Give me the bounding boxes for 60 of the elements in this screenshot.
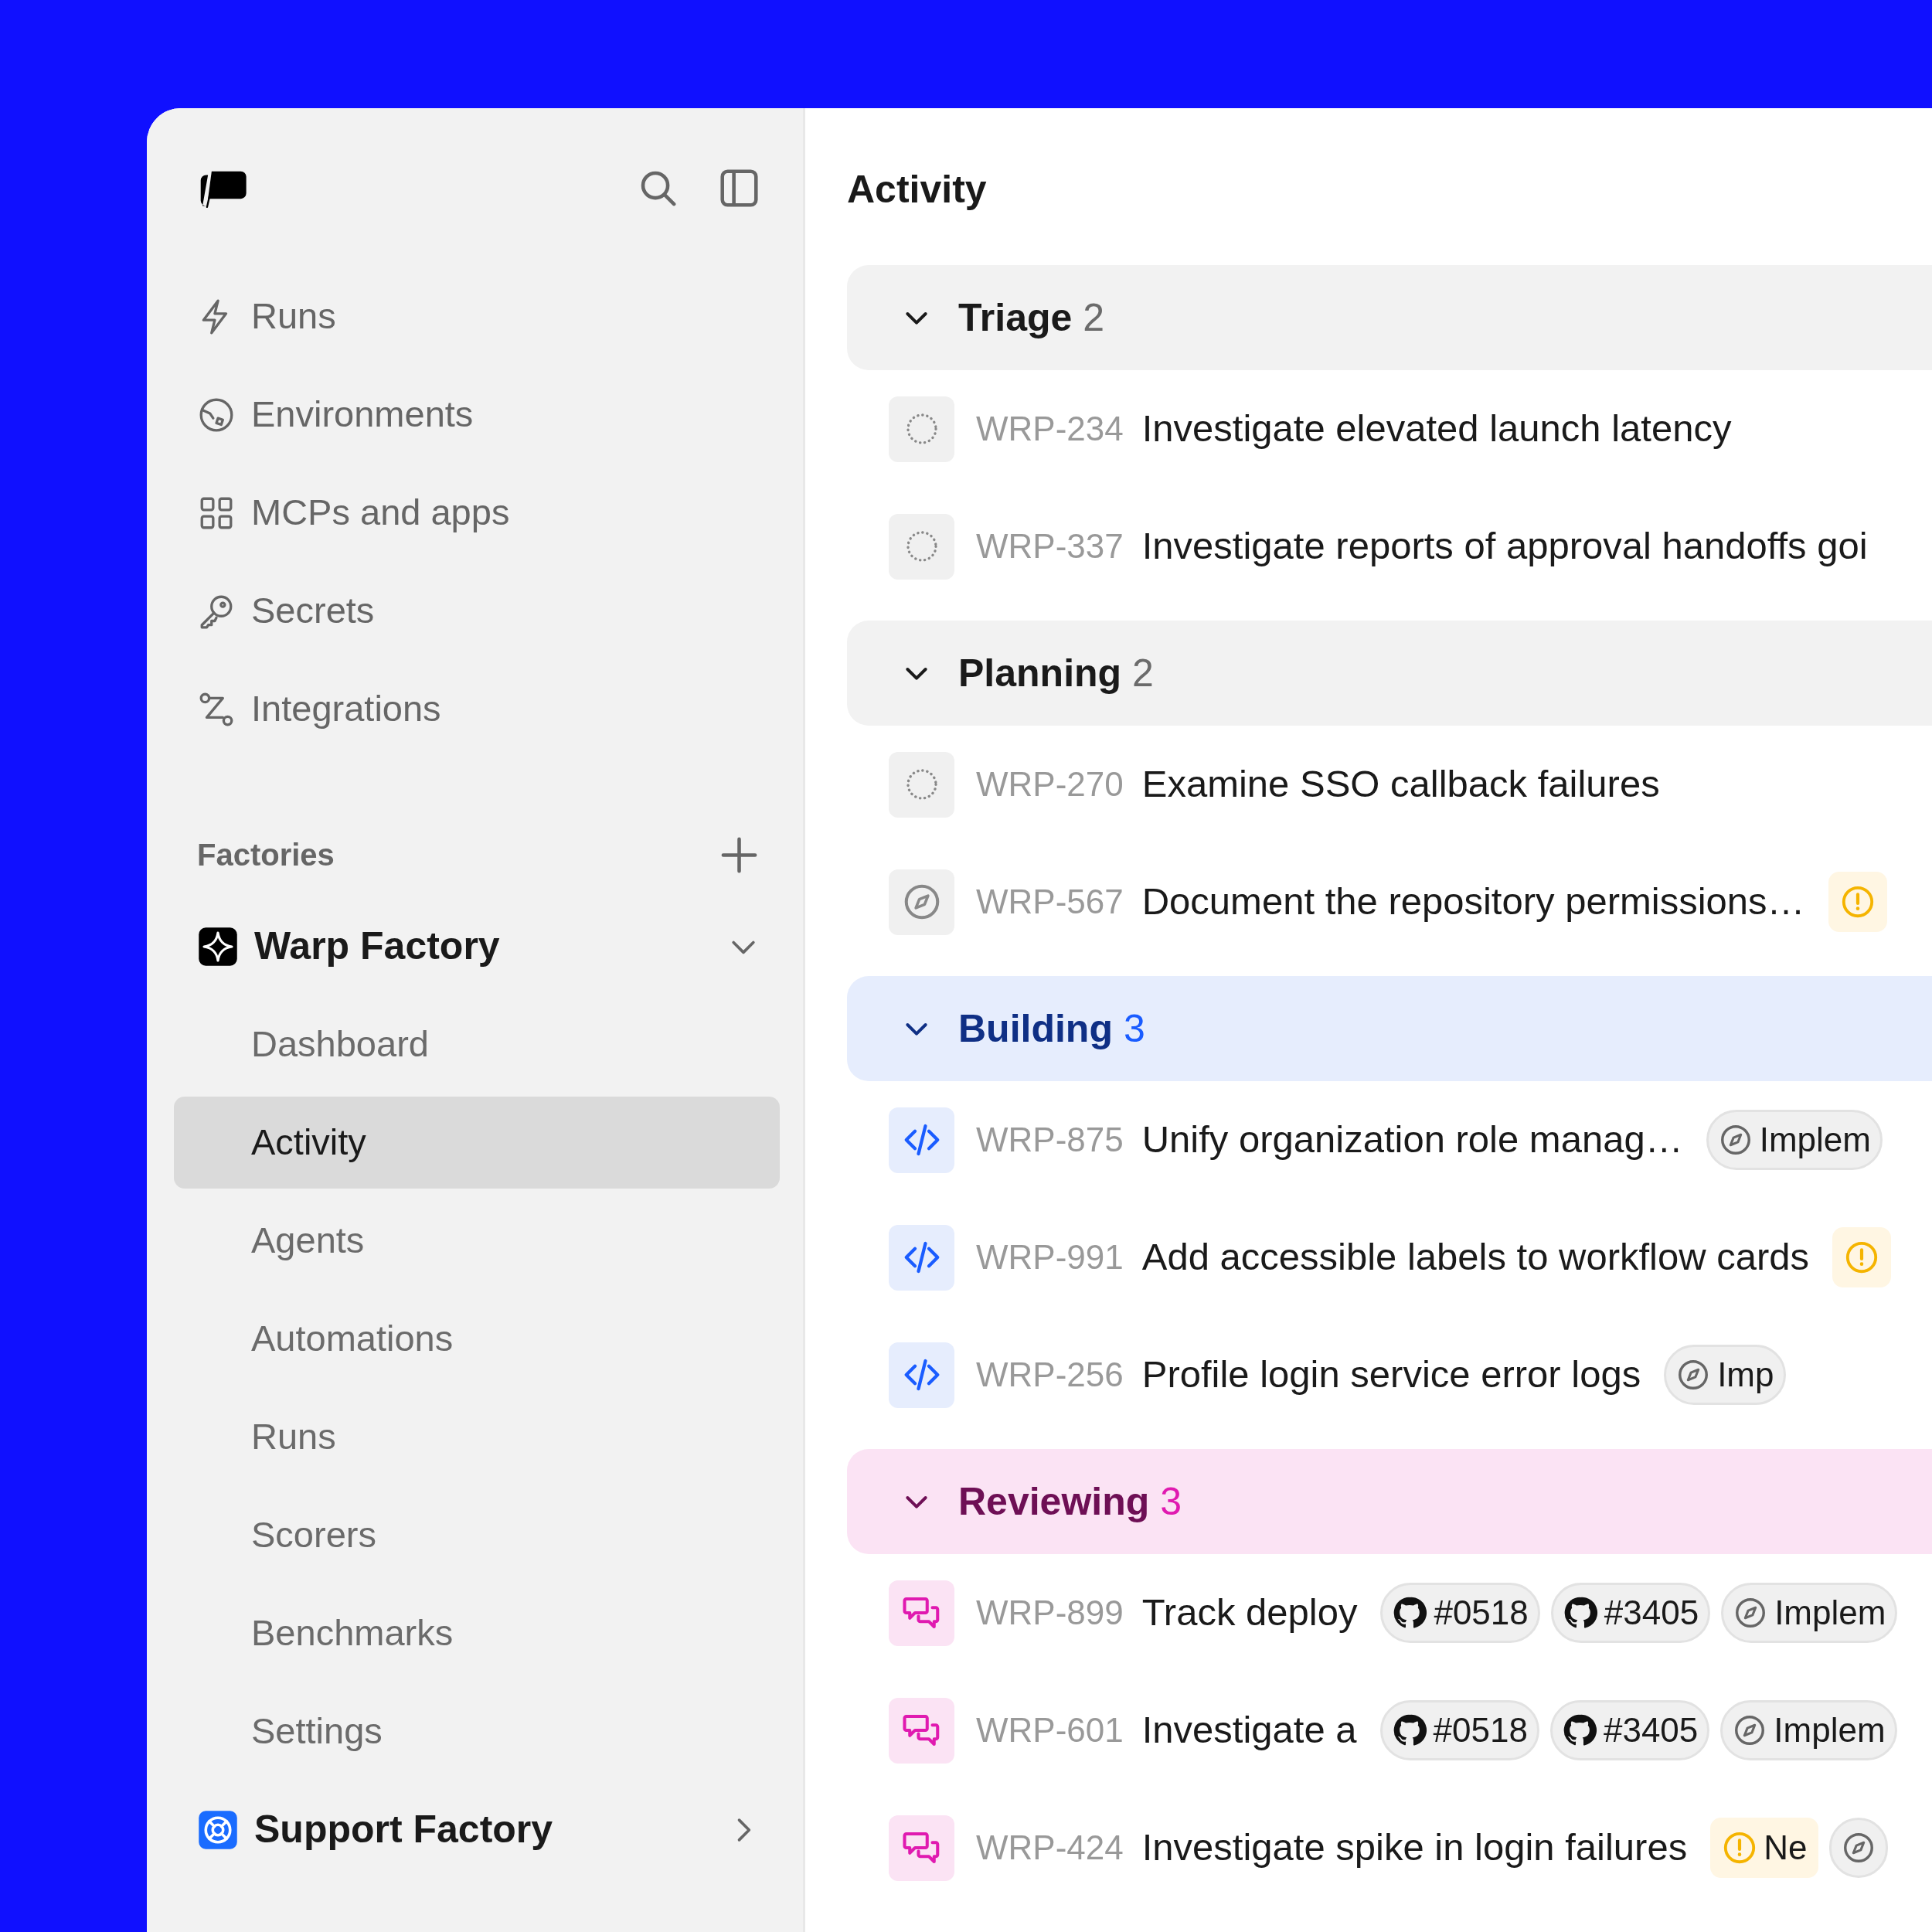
issue-title[interactable]: Document the repository permissions… xyxy=(1141,873,1805,930)
issue-id: WRP-256 xyxy=(976,1355,1124,1395)
group-count: 3 xyxy=(1160,1478,1182,1525)
sidebar-item[interactable]: Settings xyxy=(174,1682,780,1781)
issue-id: WRP-601 xyxy=(976,1710,1124,1750)
factory-item[interactable]: Warp Factory xyxy=(174,897,780,995)
group-header[interactable]: Planning 2 xyxy=(847,621,1932,726)
issue-id: WRP-991 xyxy=(976,1237,1124,1277)
status-chip[interactable]: Implem xyxy=(1720,1700,1897,1760)
page-title: Activity xyxy=(847,167,988,213)
factory-item[interactable]: Support Factory xyxy=(174,1781,780,1879)
group-count: 3 xyxy=(1123,1005,1145,1052)
status-chip[interactable]: Imp xyxy=(1664,1345,1786,1405)
issue-id: WRP-337 xyxy=(976,526,1124,566)
sidebar-item[interactable]: MCPs and apps xyxy=(174,464,780,562)
issue-title[interactable]: Investigate a xyxy=(1141,1702,1357,1759)
issue-id: WRP-899 xyxy=(976,1593,1124,1633)
group-name: Building xyxy=(958,1005,1113,1052)
group-count: 2 xyxy=(1132,650,1154,696)
issue-title[interactable]: Investigate elevated launch latency xyxy=(1141,400,1732,457)
pull-request-chip[interactable]: #3405 xyxy=(1549,1700,1710,1760)
group-name: Reviewing xyxy=(958,1478,1150,1525)
lifebuoy-icon xyxy=(197,1808,239,1851)
group-header[interactable]: Triage 2 xyxy=(847,265,1932,370)
sidebar-item[interactable]: Benchmarks xyxy=(174,1584,780,1682)
issue-title[interactable]: Track deploy xyxy=(1141,1584,1358,1641)
sidebar-item[interactable]: Runs xyxy=(174,1388,780,1486)
issue-title[interactable]: Investigate spike in login failures xyxy=(1141,1819,1688,1876)
issue-id: WRP-234 xyxy=(976,409,1124,449)
pull-request-chip[interactable]: #3405 xyxy=(1550,1583,1711,1643)
issue-id: WRP-875 xyxy=(976,1120,1124,1160)
status-chip[interactable]: Implem xyxy=(1706,1110,1883,1170)
issue-title[interactable]: Profile login service error logs xyxy=(1141,1346,1641,1403)
sidebar-item[interactable]: Runs xyxy=(174,267,780,366)
sidebar-item[interactable]: Dashboard xyxy=(174,995,780,1094)
sidebar-item[interactable]: Activity xyxy=(174,1097,780,1189)
issue-id: WRP-567 xyxy=(976,882,1124,922)
group-name: Planning xyxy=(958,650,1122,696)
group-header[interactable]: Reviewing 3 xyxy=(847,1449,1932,1554)
sidebar-item[interactable]: Environments xyxy=(174,366,780,464)
sidebar-item[interactable]: Secrets xyxy=(174,562,780,660)
issue-title[interactable]: Add accessible labels to workflow cards xyxy=(1141,1229,1810,1286)
issue-title[interactable]: Examine SSO callback failures xyxy=(1141,756,1660,813)
sidebar-item[interactable]: Scorers xyxy=(174,1486,780,1584)
group-count: 2 xyxy=(1083,294,1105,341)
group-header[interactable]: Building 3 xyxy=(847,976,1932,1081)
issue-title[interactable]: Unify organization role manag… xyxy=(1141,1111,1683,1168)
group-name: Triage xyxy=(958,294,1073,341)
sidebar-item[interactable]: Agents xyxy=(174,1192,780,1290)
sparkle-icon xyxy=(197,925,239,968)
section-heading: Factories xyxy=(197,837,335,873)
warning-chip[interactable]: Ne xyxy=(1710,1818,1819,1878)
pull-request-chip[interactable]: #0518 xyxy=(1380,1583,1540,1643)
sidebar-item[interactable]: Automations xyxy=(174,1290,780,1388)
sidebar-item[interactable]: Integrations xyxy=(174,660,780,758)
issue-id: WRP-424 xyxy=(976,1828,1124,1868)
issue-title[interactable]: Investigate reports of approval handoffs goi xyxy=(1141,518,1868,575)
status-chip[interactable]: Implem xyxy=(1721,1583,1898,1643)
issue-id: WRP-270 xyxy=(976,764,1124,804)
pull-request-chip[interactable]: #0518 xyxy=(1379,1700,1539,1760)
